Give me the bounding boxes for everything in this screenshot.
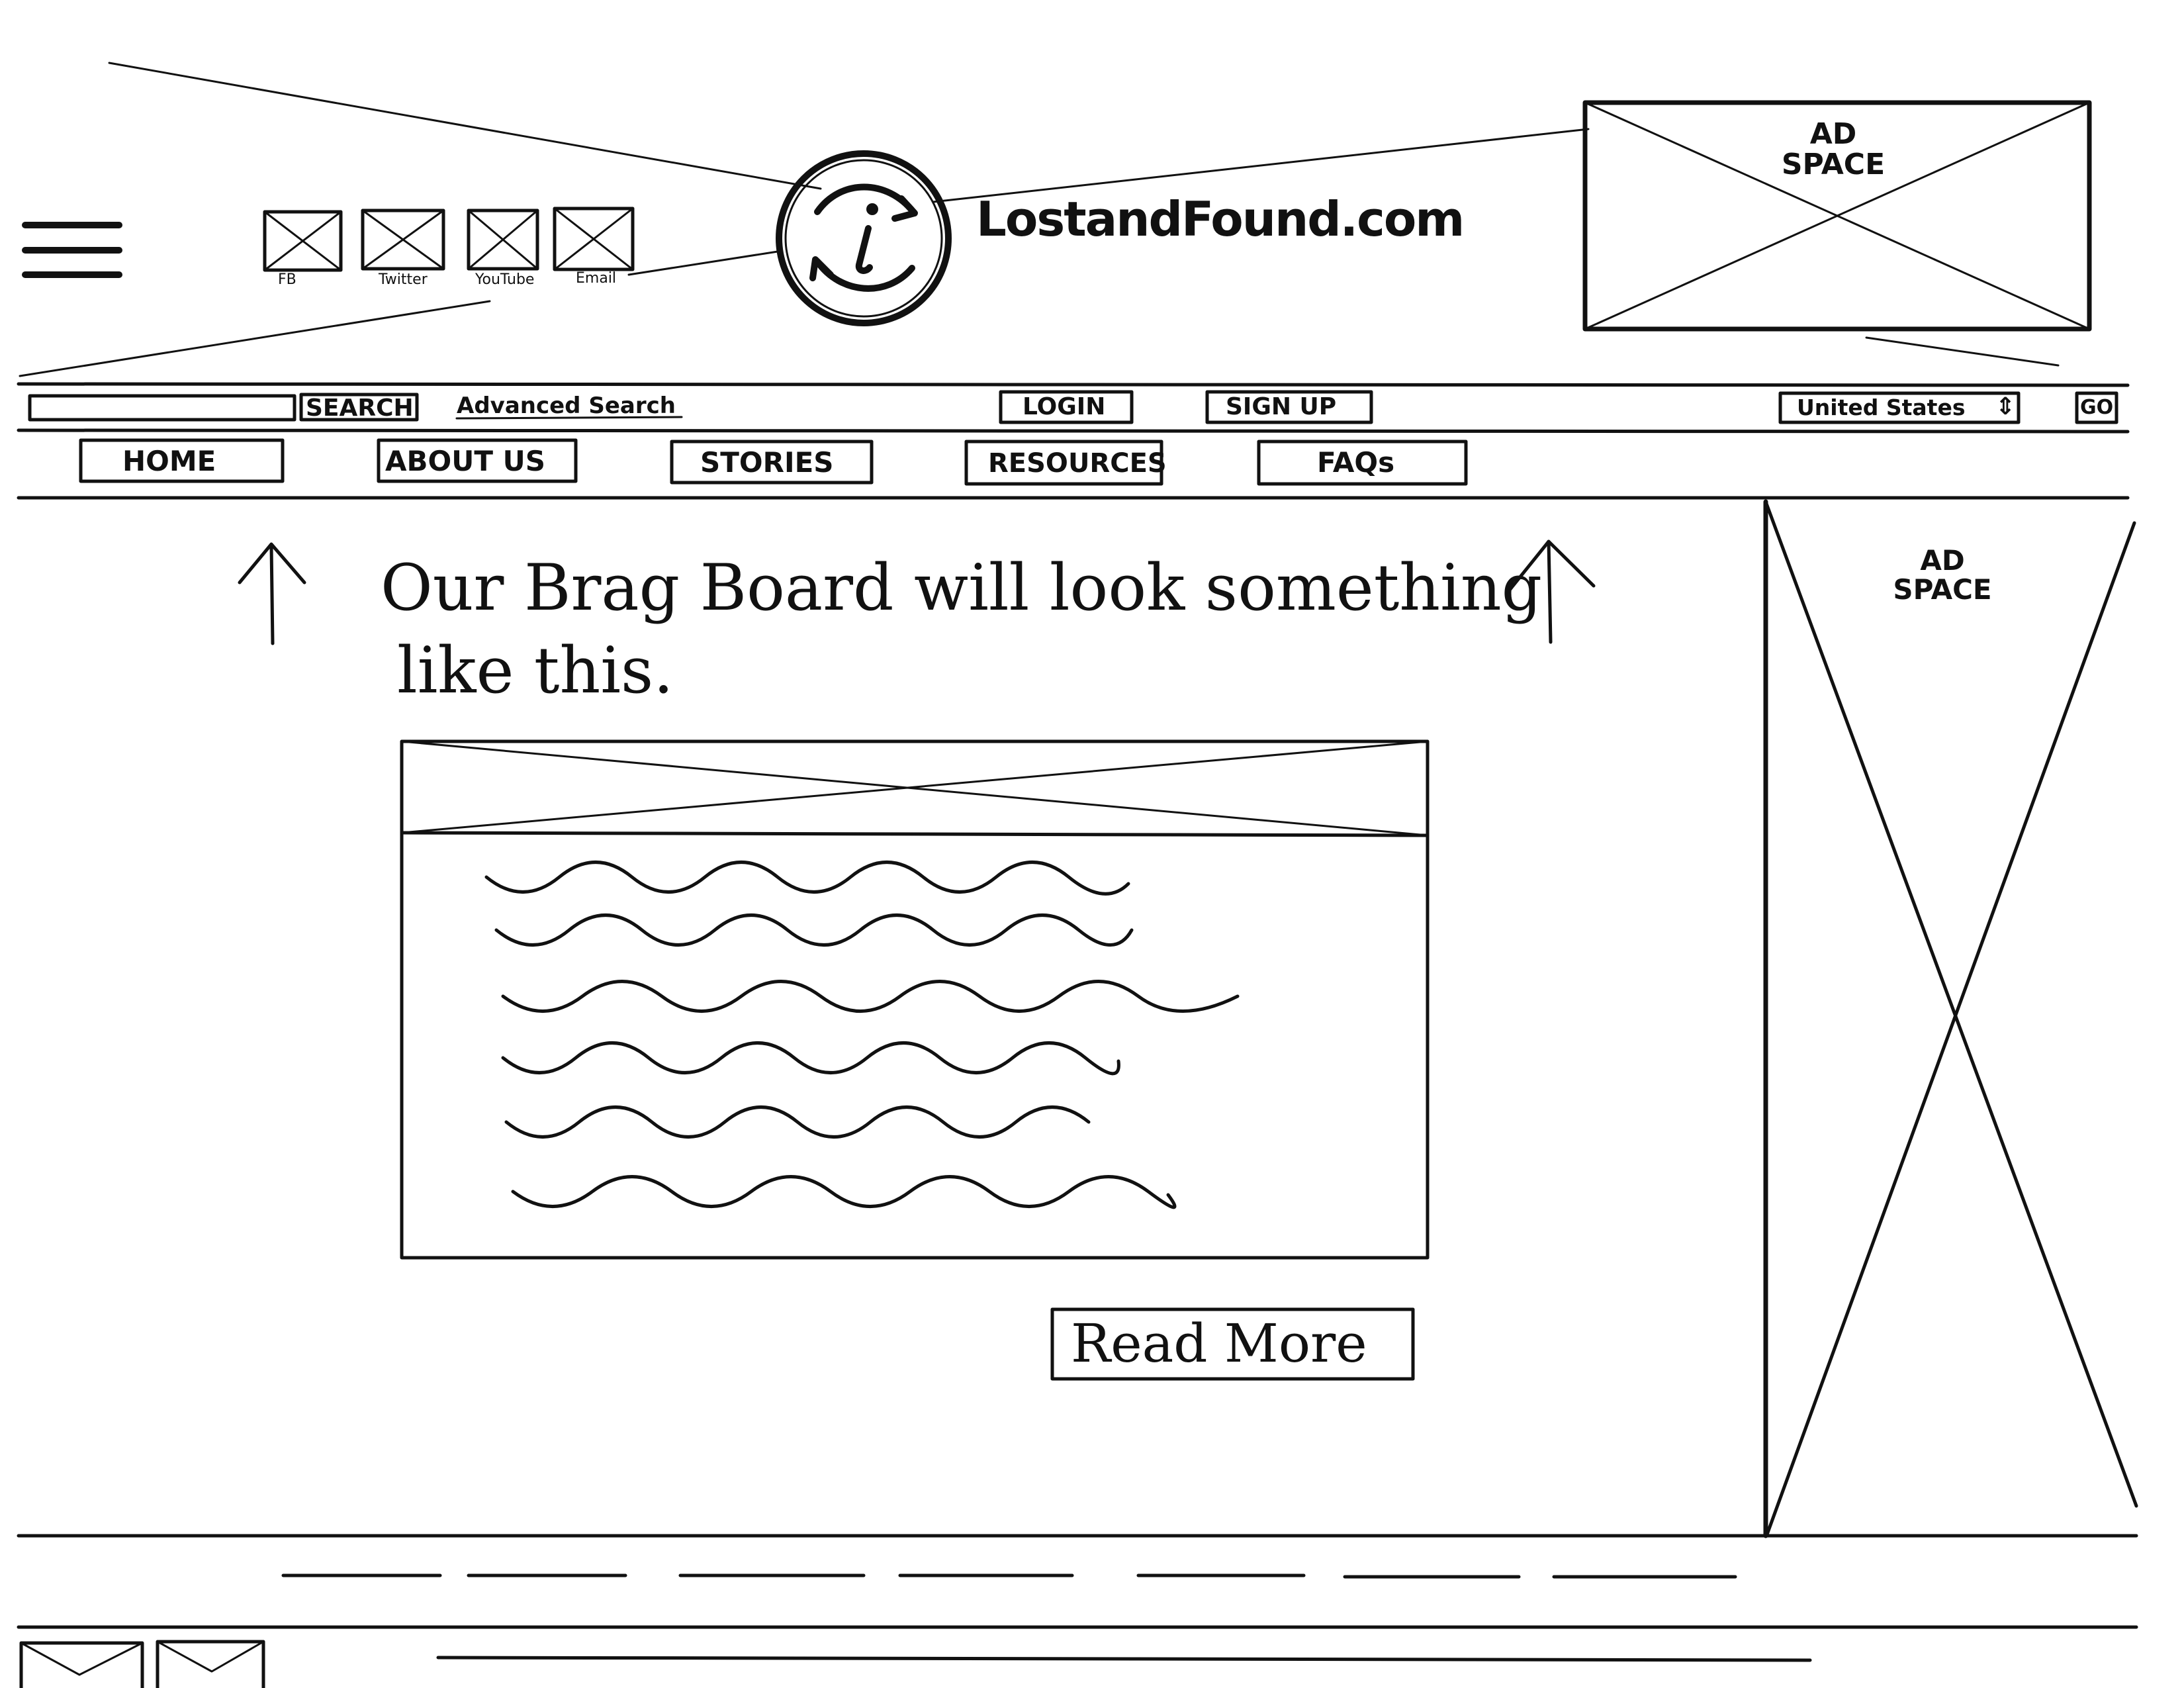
footer-copyright-line	[436, 1656, 1812, 1662]
wireframe-sketch	[17, 62, 2138, 1688]
social-label-email: Email	[576, 270, 617, 287]
go-button[interactable]: GO	[2080, 398, 2113, 418]
placeholder-text-lines	[484, 861, 1240, 1209]
brand-name[interactable]: LostandFound.com	[976, 195, 1465, 243]
footer-icon-placeholder-1	[19, 1641, 144, 1688]
country-select[interactable]: United States	[1797, 397, 1965, 418]
youtube-placeholder-icon[interactable]	[467, 209, 539, 271]
brag-board-heading-line-1: Our Brag Board will look something	[381, 551, 1543, 625]
nav-resources[interactable]: RESOURCES	[988, 450, 1167, 477]
ad-sidebar-line-1: AD	[1920, 544, 1965, 577]
footer-links-placeholder	[281, 1573, 1737, 1579]
toolbar-top-rule	[17, 382, 2130, 387]
twitter-placeholder-icon[interactable]	[361, 209, 445, 271]
read-more-button[interactable]: Read More	[1071, 1317, 1367, 1370]
ad-space-top-label: AD SPACE	[1774, 117, 1893, 182]
search-button[interactable]: SEARCH	[306, 397, 414, 420]
ad-top-line-1: AD	[1809, 117, 1857, 151]
wireframe-page: FB Twitter YouTube Email LostandFound.co…	[0, 0, 2184, 1688]
arrow-up-left-icon	[238, 542, 306, 645]
ad-top-line-2: SPACE	[1781, 148, 1886, 182]
brag-board-card	[400, 739, 1430, 1260]
info-refresh-logo-icon[interactable]	[776, 150, 952, 326]
footer-icon-placeholder-2	[156, 1640, 265, 1688]
header-guide-line-bottom	[19, 300, 491, 377]
header-guide-line-lower-right	[1865, 336, 2060, 367]
header-guide-line-top	[108, 62, 822, 190]
search-input[interactable]	[32, 398, 293, 418]
email-placeholder-icon[interactable]	[553, 207, 635, 271]
ad-space-sidebar	[1763, 499, 2138, 1538]
hamburger-menu-icon[interactable]	[22, 222, 122, 278]
nav-about-us[interactable]: ABOUT US	[385, 447, 545, 475]
nav-stories[interactable]: STORIES	[700, 449, 834, 477]
nav-home[interactable]: HOME	[122, 447, 216, 475]
ad-sidebar-line-2: SPACE	[1893, 573, 1992, 606]
ad-space-sidebar-label: AD SPACE	[1883, 544, 2002, 606]
social-label-youtube: YouTube	[475, 271, 535, 288]
signup-button[interactable]: SIGN UP	[1226, 395, 1336, 419]
toolbar-bottom-rule	[17, 428, 2130, 434]
social-label-twitter: Twitter	[379, 271, 428, 288]
nav-faqs[interactable]: FAQs	[1317, 449, 1394, 477]
chevron-down-icon[interactable]: ⇕	[1995, 395, 2015, 419]
header-guide-line-mid	[627, 250, 779, 276]
brag-board-heading-line-2: like this.	[397, 633, 674, 708]
social-label-fb: FB	[278, 271, 296, 288]
advanced-search-link[interactable]: Advanced Search	[457, 395, 676, 417]
facebook-placeholder-icon[interactable]	[263, 210, 343, 272]
login-button[interactable]: LOGIN	[1023, 395, 1105, 419]
